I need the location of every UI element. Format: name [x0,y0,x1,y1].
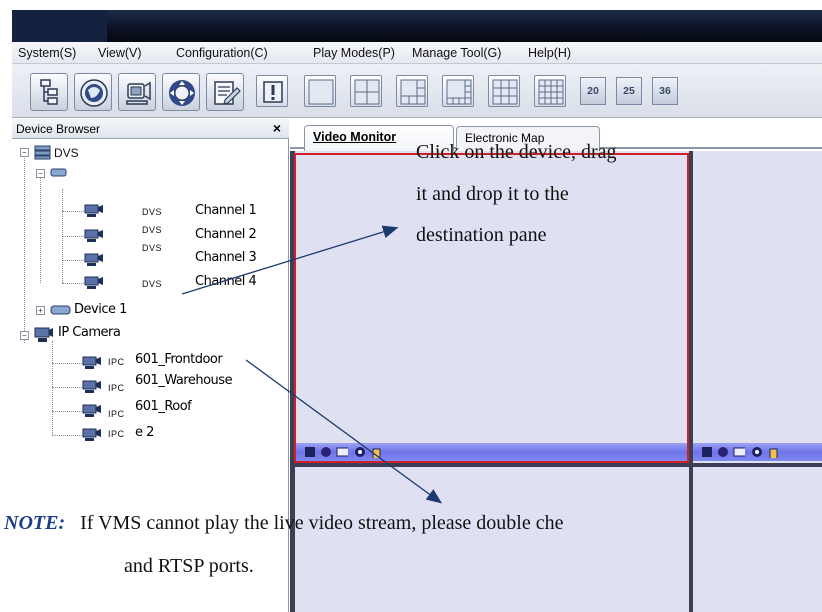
screenshot-stage: System(S) View(V) Configuration(C) Play … [0,0,822,612]
arrow-to-annotation [181,225,399,295]
annotation-arrows [181,225,443,504]
arrow-to-destination-pane [245,359,443,504]
